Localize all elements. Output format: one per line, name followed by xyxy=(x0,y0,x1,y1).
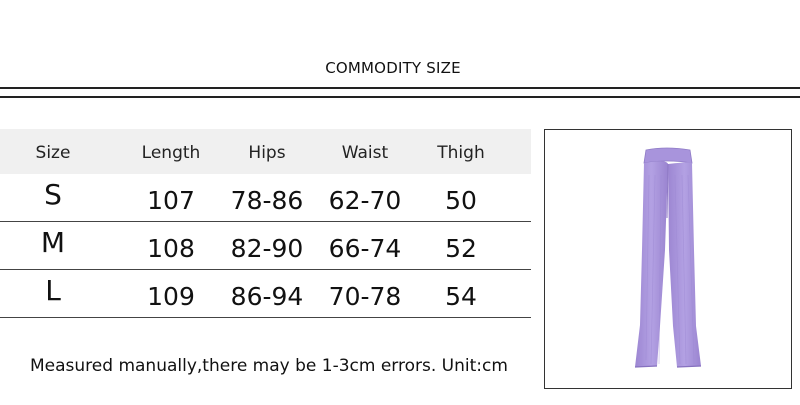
length-cell: 109 xyxy=(147,282,195,311)
size-table: Size Length Hips Waist Thigh S 107 78-86… xyxy=(0,129,531,318)
title-divider-bottom xyxy=(0,96,800,98)
length-cell: 107 xyxy=(147,186,195,215)
column-header-length: Length xyxy=(141,142,201,163)
waist-cell: 70-78 xyxy=(328,282,402,311)
table-row: S 107 78-86 62-70 50 xyxy=(0,174,531,222)
column-header-thigh: Thigh xyxy=(437,142,485,163)
size-cell: L xyxy=(45,274,61,307)
waist-cell: 66-74 xyxy=(328,234,402,263)
thigh-cell: 50 xyxy=(445,186,477,215)
column-header-hips: Hips xyxy=(248,142,286,163)
length-cell: 108 xyxy=(147,234,195,263)
thigh-cell: 52 xyxy=(445,234,477,263)
size-cell: M xyxy=(40,226,66,259)
table-row: M 108 82-90 66-74 52 xyxy=(0,222,531,270)
table-row: L 109 86-94 70-78 54 xyxy=(0,270,531,318)
page-title: COMMODITY SIZE xyxy=(325,59,461,77)
title-divider-top xyxy=(0,87,800,89)
thigh-cell: 54 xyxy=(445,282,477,311)
pants-icon xyxy=(634,147,702,368)
table-header-row: Size Length Hips Waist Thigh xyxy=(0,129,531,174)
waist-cell: 62-70 xyxy=(328,186,402,215)
measurement-note: Measured manually,there may be 1-3cm err… xyxy=(30,356,508,376)
column-header-waist: Waist xyxy=(341,142,389,163)
column-header-size: Size xyxy=(35,142,71,163)
product-image xyxy=(544,129,792,389)
hips-cell: 78-86 xyxy=(230,186,304,215)
size-cell: S xyxy=(44,178,62,211)
hips-cell: 86-94 xyxy=(230,282,304,311)
hips-cell: 82-90 xyxy=(230,234,304,263)
